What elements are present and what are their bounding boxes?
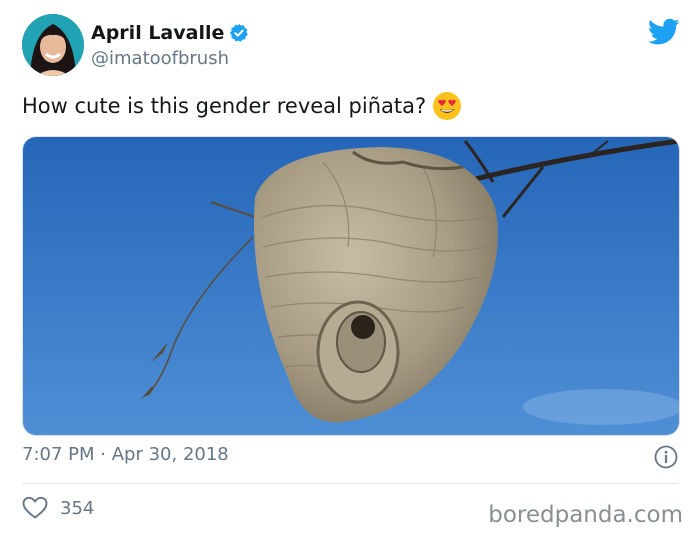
display-name[interactable]: April Lavalle [91,22,224,44]
verified-badge-icon [230,23,249,42]
info-icon[interactable] [654,445,678,469]
like-action[interactable]: 354 [22,496,94,520]
divider [22,483,678,484]
wasp-nest-photo [23,137,679,435]
tweet-timestamp[interactable]: 7:07 PM · Apr 30, 2018 [22,444,229,465]
twitter-bird-icon[interactable] [648,18,680,46]
tweet-text: How cute is this gender reveal piñata? [22,91,462,121]
tweet-date: Apr 30, 2018 [111,444,229,465]
tweet-photo[interactable] [22,136,680,436]
like-count: 354 [60,497,95,519]
user-handle[interactable]: @imatoofbrush [91,48,229,69]
tweet-body: How cute is this gender reveal piñata? [22,94,427,118]
tweet-header: April Lavalle @imatoofbrush [22,14,682,78]
name-row: April Lavalle [91,22,249,44]
watermark: boredpanda.com [488,502,683,528]
heart-outline-icon[interactable] [22,496,48,520]
meta-separator: · [100,444,106,465]
heart-eyes-emoji-icon [433,92,462,120]
avatar[interactable] [22,14,84,76]
tweet-time: 7:07 PM [22,444,95,465]
